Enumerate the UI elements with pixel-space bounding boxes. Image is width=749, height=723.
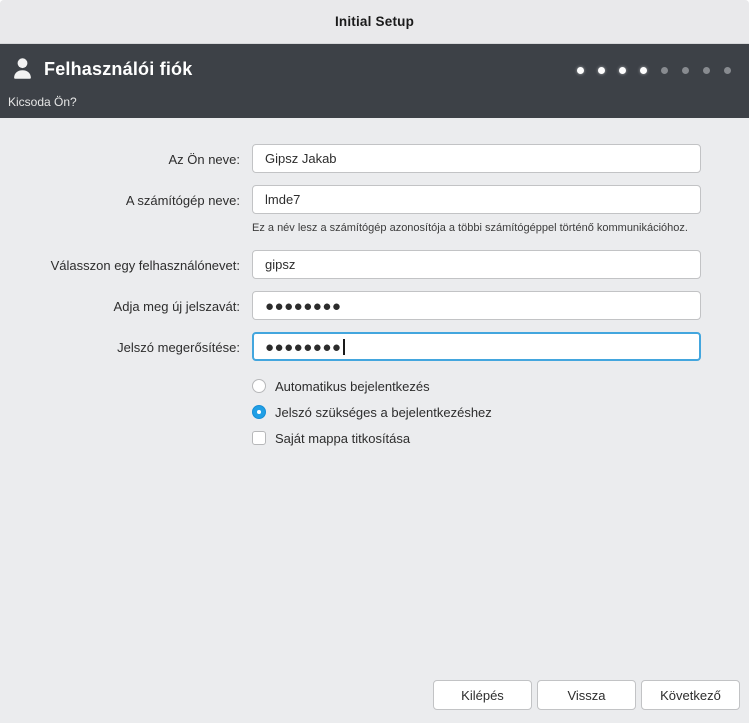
option-automatic-login[interactable]: Automatikus bejelentkezés bbox=[252, 376, 749, 396]
automatic-login-label: Automatikus bejelentkezés bbox=[275, 379, 430, 394]
progress-dot bbox=[724, 67, 731, 74]
user-icon bbox=[12, 58, 33, 81]
hostname-label: A számítógép neve: bbox=[0, 192, 240, 208]
progress-dot bbox=[703, 67, 710, 74]
form-row: Jelszó megerősítése: ●●●●●●●● bbox=[0, 332, 749, 361]
require-password-label: Jelszó szükséges a bejelentkezéshez bbox=[275, 405, 492, 420]
window-title: Initial Setup bbox=[335, 14, 414, 29]
password-value: ●●●●●●●● bbox=[265, 297, 341, 314]
form-row: Válasszon egy felhasználónevet: gipsz bbox=[0, 250, 749, 279]
content-area: Az Ön neve: Gipsz Jakab A számítógép nev… bbox=[0, 118, 749, 723]
titlebar: Initial Setup bbox=[0, 0, 749, 44]
helper-row: Ez a név lesz a számítógép azonosítója a… bbox=[252, 218, 749, 236]
form-row: A számítógép neve: lmde7 bbox=[0, 185, 749, 214]
text-caret bbox=[343, 339, 345, 355]
progress-dot bbox=[682, 67, 689, 74]
username-input[interactable]: gipsz bbox=[252, 250, 701, 279]
hostname-helper-text: Ez a név lesz a számítógép azonosítója a… bbox=[252, 222, 688, 234]
automatic-login-radio[interactable] bbox=[252, 379, 266, 393]
form-row: Adja meg új jelszavát: ●●●●●●●● bbox=[0, 291, 749, 320]
hostname-input[interactable]: lmde7 bbox=[252, 185, 701, 214]
option-require-password[interactable]: Jelszó szükséges a bejelentkezéshez bbox=[252, 402, 749, 422]
account-form: Az Ön neve: Gipsz Jakab A számítógép nev… bbox=[0, 144, 749, 454]
encrypt-home-label: Saját mappa titkosítása bbox=[275, 431, 410, 446]
password-input[interactable]: ●●●●●●●● bbox=[252, 291, 701, 320]
page-header: Felhasználói fiók Kicsoda Ön? bbox=[0, 44, 749, 118]
encrypt-home-checkbox[interactable] bbox=[252, 431, 266, 445]
password-label: Adja meg új jelszavát: bbox=[0, 298, 240, 314]
fullname-input[interactable]: Gipsz Jakab bbox=[252, 144, 701, 173]
next-button[interactable]: Következő bbox=[641, 680, 740, 710]
hostname-value: lmde7 bbox=[265, 192, 300, 207]
require-password-radio[interactable] bbox=[252, 405, 266, 419]
progress-dot bbox=[619, 67, 626, 74]
progress-dot bbox=[661, 67, 668, 74]
fullname-value: Gipsz Jakab bbox=[265, 151, 337, 166]
username-value: gipsz bbox=[265, 257, 295, 272]
progress-dot bbox=[598, 67, 605, 74]
form-row: Az Ön neve: Gipsz Jakab bbox=[0, 144, 749, 173]
page-title: Felhasználói fiók bbox=[44, 59, 192, 80]
progress-dots bbox=[577, 67, 731, 74]
progress-dot bbox=[640, 67, 647, 74]
confirm-password-label: Jelszó megerősítése: bbox=[0, 339, 240, 355]
login-options: Automatikus bejelentkezés Jelszó szükség… bbox=[252, 376, 749, 448]
confirm-password-value: ●●●●●●●● bbox=[265, 338, 341, 355]
footer-buttons: Kilépés Vissza Következő bbox=[433, 680, 740, 710]
option-encrypt-home[interactable]: Saját mappa titkosítása bbox=[252, 428, 749, 448]
username-label: Válasszon egy felhasználónevet: bbox=[0, 257, 240, 273]
back-button[interactable]: Vissza bbox=[537, 680, 636, 710]
fullname-label: Az Ön neve: bbox=[0, 151, 240, 167]
quit-button[interactable]: Kilépés bbox=[433, 680, 532, 710]
page-subtitle: Kicsoda Ön? bbox=[8, 95, 77, 109]
confirm-password-input[interactable]: ●●●●●●●● bbox=[252, 332, 701, 361]
initial-setup-window: Initial Setup Felhasználói fiók Kicsoda … bbox=[0, 0, 749, 723]
progress-dot bbox=[577, 67, 584, 74]
